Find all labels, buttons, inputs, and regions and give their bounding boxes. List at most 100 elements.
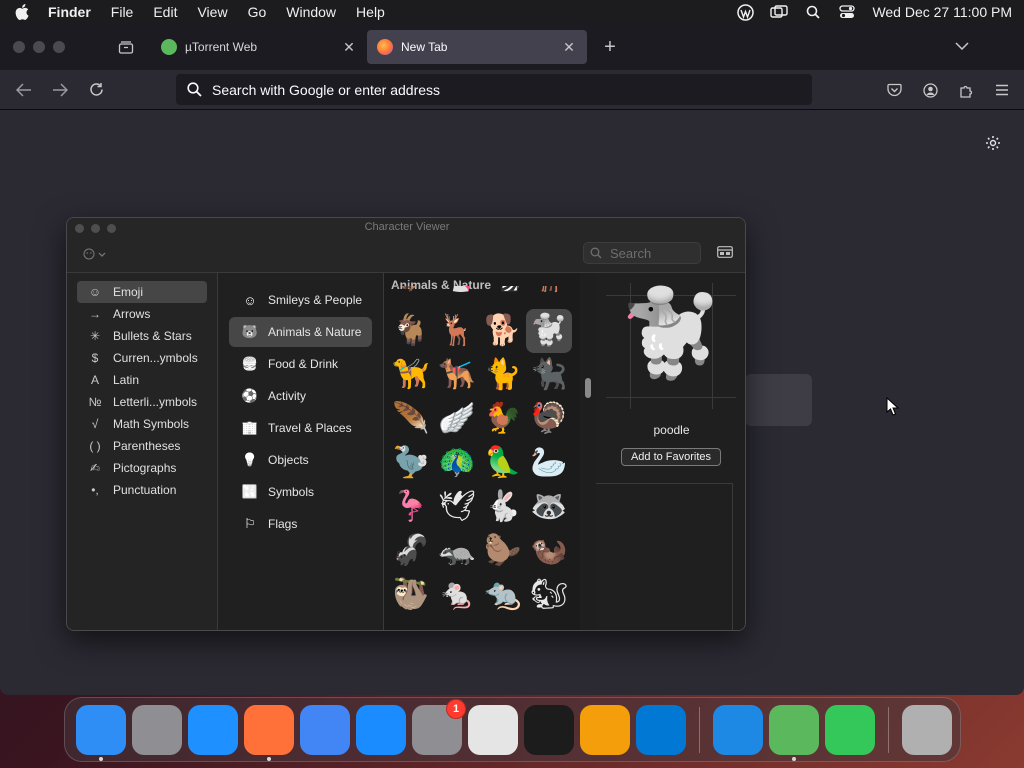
hamburger-menu-icon[interactable] (990, 74, 1014, 106)
category-food-drink[interactable]: 🍔 Food & Drink (229, 349, 372, 379)
emoji-cell[interactable]: 🐈‍⬛ (526, 353, 572, 397)
emoji-cell[interactable]: 🐓 (480, 397, 526, 441)
emoji-cell[interactable]: 🦩 (388, 485, 434, 529)
shortcut-tile[interactable] (745, 374, 812, 426)
emoji-cell[interactable]: 🦌 (526, 286, 572, 292)
menu-go[interactable]: Go (248, 4, 267, 20)
apple-icon[interactable] (12, 0, 32, 24)
sidebar-item-curren-ymbols[interactable]: $ Curren...ymbols (77, 347, 207, 369)
sidebar-item-letterli-ymbols[interactable]: № Letterli...ymbols (77, 391, 207, 413)
sidebar-item-bullets-stars[interactable]: ✳ Bullets & Stars (77, 325, 207, 347)
emoji-cell[interactable]: 🐀 (480, 573, 526, 617)
sidebar-item-math-symbols[interactable]: √ Math Symbols (77, 413, 207, 435)
emoji-cell[interactable]: 🦜 (480, 441, 526, 485)
sidebar-item-pictographs[interactable]: ✍ Pictographs (77, 457, 207, 479)
dock-app-store-icon[interactable] (356, 704, 406, 755)
dock-textedit-icon[interactable] (468, 704, 518, 755)
close-window-button[interactable] (13, 41, 25, 53)
dock-utorrent-icon[interactable] (769, 704, 819, 761)
app-name[interactable]: Finder (48, 4, 91, 20)
emoji-cell[interactable]: 🐕‍🦺 (434, 353, 480, 397)
screen-mirroring-icon[interactable] (770, 3, 789, 21)
emoji-cell[interactable]: 🐁 (434, 573, 480, 617)
emoji-cell[interactable]: 🐿 (526, 573, 572, 617)
category-symbols[interactable]: 🔣 Symbols (229, 477, 372, 507)
category-flags[interactable]: ⚐ Flags (229, 509, 372, 539)
sidebar-item-parentheses[interactable]: ( ) Parentheses (77, 435, 207, 457)
menu-edit[interactable]: Edit (153, 4, 177, 20)
forward-arrow-icon[interactable] (42, 74, 78, 106)
dock-safari-icon[interactable] (188, 704, 238, 755)
emoji-cell[interactable]: 🐈 (480, 353, 526, 397)
sidebar-item-latin[interactable]: A Latin (77, 369, 207, 391)
close-tab-icon[interactable]: ✕ (561, 39, 577, 56)
menu-file[interactable]: File (111, 4, 134, 20)
dock-maps-icon[interactable] (825, 704, 875, 755)
character-search-input[interactable]: Search (583, 242, 701, 264)
emoji-cell[interactable]: 🦡 (434, 529, 480, 573)
tab-new-tab[interactable]: New Tab ✕ (367, 30, 587, 64)
emoji-cell[interactable]: 🐎 (388, 286, 434, 292)
firefox-view-icon[interactable] (111, 32, 141, 62)
zoom-window-button[interactable] (53, 41, 65, 53)
category-animals-nature[interactable]: 🐻 Animals & Nature (229, 317, 372, 347)
dock-vs-code-icon[interactable] (636, 704, 686, 755)
sidebar-item-emoji[interactable]: ☺ Emoji (77, 281, 207, 303)
pocket-icon[interactable] (882, 74, 906, 106)
emoji-cell[interactable]: 🦚 (434, 441, 480, 485)
emoji-cell[interactable]: 🦥 (388, 573, 434, 617)
collapse-view-icon[interactable] (717, 245, 733, 259)
extensions-puzzle-icon[interactable] (954, 74, 978, 106)
account-icon[interactable] (918, 74, 942, 106)
dock-trash-icon[interactable] (902, 704, 952, 755)
emoji-cell[interactable]: 🦫 (480, 529, 526, 573)
menubar-clock[interactable]: Wed Dec 27 11:00 PM (872, 4, 1012, 20)
close-tab-icon[interactable]: ✕ (341, 39, 357, 56)
dock-finder-icon[interactable] (76, 704, 126, 761)
emoji-cell[interactable]: 🐩 (526, 309, 572, 353)
sidebar-item-punctuation[interactable]: •, Punctuation (77, 479, 207, 501)
emoji-cell[interactable]: 🦃 (526, 397, 572, 441)
dock-garageband-icon[interactable] (580, 704, 630, 755)
add-to-favorites-button[interactable]: Add to Favorites (621, 448, 721, 466)
dock-terminal-icon[interactable] (524, 704, 574, 755)
menu-window[interactable]: Window (286, 4, 336, 20)
url-bar[interactable]: Search with Google or enter address (176, 74, 812, 105)
category-objects[interactable]: 💡 Objects (229, 445, 372, 475)
emoji-cell[interactable]: 🦄 (434, 286, 480, 292)
dock-launchpad-icon[interactable] (132, 704, 182, 755)
emoji-cell[interactable]: 🐐 (388, 309, 434, 353)
emoji-cell[interactable]: 🕊 (434, 485, 480, 529)
emoji-cell[interactable]: 🪽 (434, 397, 480, 441)
dock-system-settings-icon[interactable]: 1 (412, 698, 466, 755)
back-arrow-icon[interactable] (6, 74, 42, 106)
emoji-grid-scrollbar[interactable] (585, 378, 591, 398)
options-menu-button[interactable] (83, 246, 111, 262)
reload-icon[interactable] (78, 74, 114, 106)
list-all-tabs-chevron-icon[interactable] (950, 34, 974, 58)
dock-migration-icon[interactable] (713, 704, 763, 755)
emoji-cell[interactable]: 🦦 (526, 529, 572, 573)
new-tab-plus-icon[interactable]: + (595, 32, 625, 62)
dock-firefox-icon[interactable] (244, 704, 294, 761)
emoji-cell[interactable]: 🦤 (388, 441, 434, 485)
emoji-cell[interactable]: 🐕 (480, 309, 526, 353)
category-travel-places[interactable]: 🏢 Travel & Places (229, 413, 372, 443)
sidebar-item-arrows[interactable]: → Arrows (77, 303, 207, 325)
minimize-window-button[interactable] (33, 41, 45, 53)
emoji-cell[interactable]: 🦮 (388, 353, 434, 397)
emoji-cell[interactable]: 🪶 (388, 397, 434, 441)
control-center-icon[interactable] (838, 3, 856, 21)
wordpress-icon[interactable] (736, 3, 754, 21)
menu-help[interactable]: Help (356, 4, 385, 20)
emoji-cell[interactable]: 🐇 (480, 485, 526, 529)
dock-chrome-icon[interactable] (300, 704, 350, 755)
emoji-cell[interactable]: 🦝 (526, 485, 572, 529)
new-tab-settings-gear-icon[interactable] (982, 132, 1004, 154)
category-smileys-people[interactable]: ☺ Smileys & People (229, 285, 372, 315)
emoji-cell[interactable]: 🦓 (480, 286, 526, 292)
spotlight-search-icon[interactable] (804, 3, 822, 21)
menu-view[interactable]: View (197, 4, 227, 20)
emoji-cell[interactable]: 🦢 (526, 441, 572, 485)
tab-utorrent-web[interactable]: µTorrent Web ✕ (151, 30, 367, 64)
